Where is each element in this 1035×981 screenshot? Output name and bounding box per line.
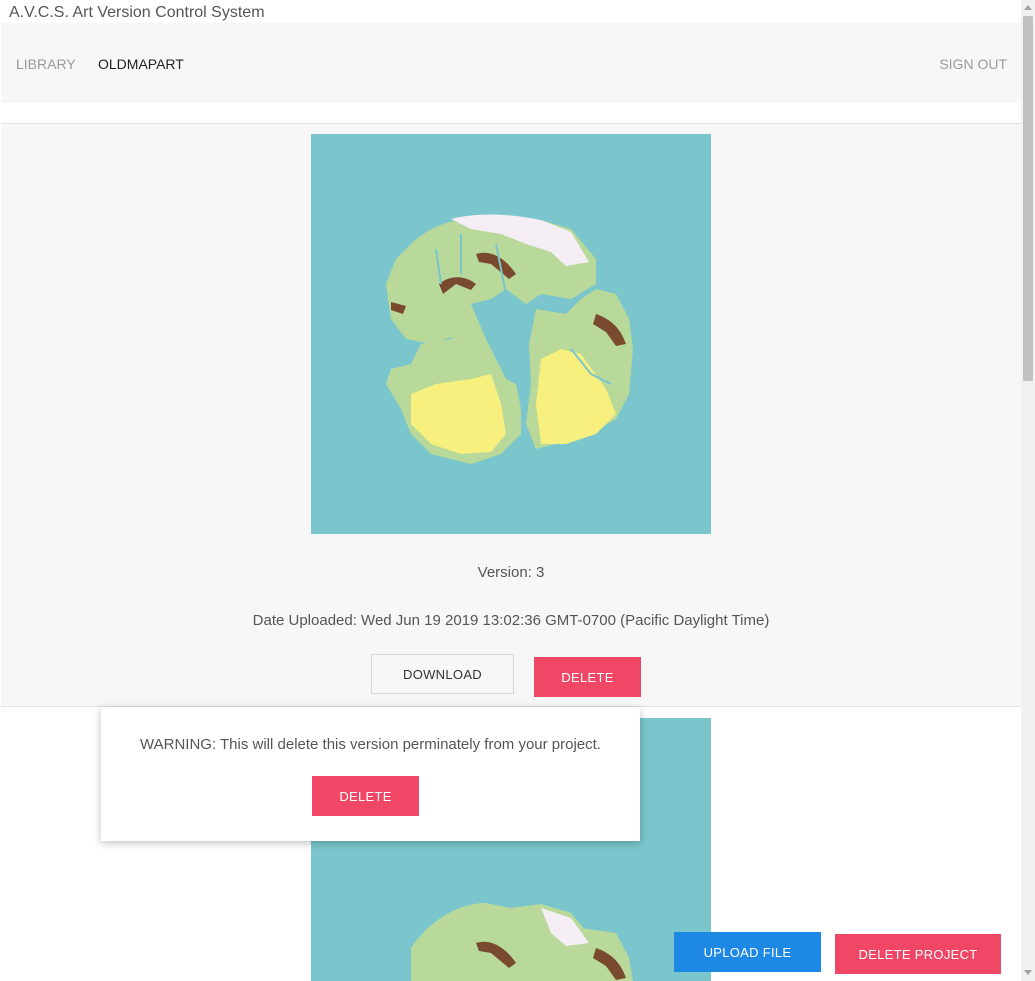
scroll-down-arrow-icon[interactable]	[1024, 970, 1032, 975]
delete-confirm-popover: WARNING: This will delete this version p…	[101, 707, 640, 841]
upload-date: Date Uploaded: Wed Jun 19 2019 13:02:36 …	[252, 612, 770, 629]
vertical-scrollbar[interactable]	[1021, 0, 1035, 981]
window-title: A.V.C.S. Art Version Control System	[0, 0, 1021, 23]
scroll-up-arrow-icon[interactable]	[1024, 5, 1032, 10]
version-artwork	[311, 134, 711, 534]
delete-project-button[interactable]: DELETE PROJECT	[835, 934, 1001, 974]
nav-library-link[interactable]: LIBRARY	[16, 56, 76, 72]
map-art-image	[311, 134, 711, 534]
delete-warning-text: WARNING: This will delete this version p…	[140, 736, 601, 753]
nav-spacer	[1, 103, 1021, 124]
version-number: Version: 3	[477, 564, 545, 581]
sign-out-link[interactable]: SIGN OUT	[939, 56, 1007, 72]
top-navbar: LIBRARY OLDMAPART SIGN OUT	[1, 23, 1021, 103]
delete-version-button[interactable]: DELETE	[534, 657, 641, 697]
version-card: Version: 3 Date Uploaded: Wed Jun 19 201…	[1, 124, 1021, 707]
download-button[interactable]: DOWNLOAD	[371, 654, 514, 694]
scrollbar-thumb[interactable]	[1023, 16, 1033, 381]
confirm-delete-button[interactable]: DELETE	[312, 776, 419, 816]
upload-file-button[interactable]: UPLOAD FILE	[674, 932, 821, 972]
nav-project-link[interactable]: OLDMAPART	[98, 56, 184, 72]
